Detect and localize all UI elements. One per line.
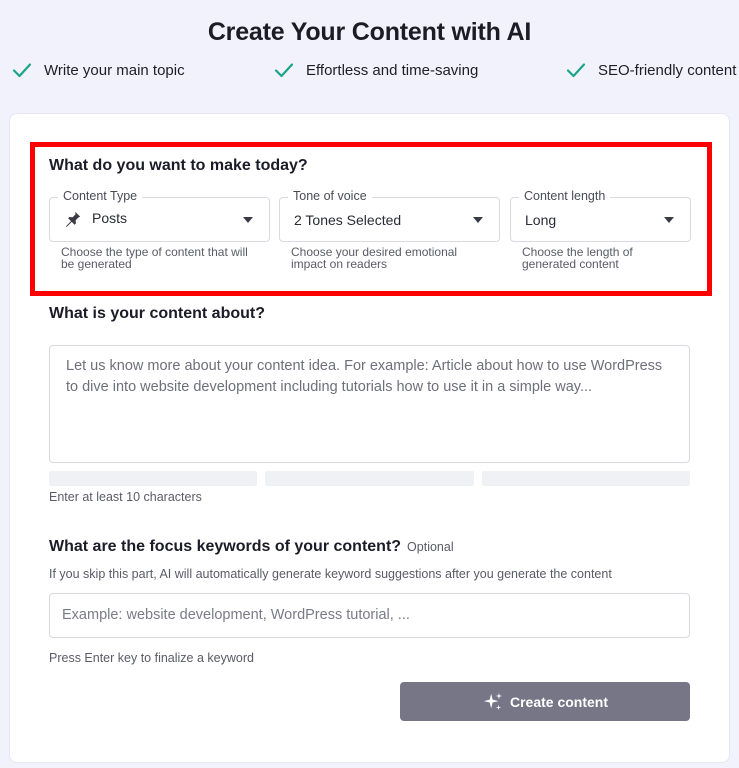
about-title: What is your content about? <box>49 305 265 322</box>
about-hint: Enter at least 10 characters <box>49 490 202 504</box>
content-type-select[interactable]: Content Type Posts <box>49 189 270 242</box>
settings-title: What do you want to make today? <box>49 157 308 174</box>
create-content-label: Create content <box>509 693 609 710</box>
length-value: Long <box>525 212 557 228</box>
strength-bar-segment <box>482 471 690 486</box>
keywords-title-text: What are the focus keywords of your cont… <box>49 538 402 555</box>
strength-bar-segment <box>265 471 474 486</box>
tone-value: 2 Tones Selected <box>294 212 402 228</box>
keywords-hint: Press Enter key to finalize a keyword <box>49 651 254 665</box>
create-content-button[interactable]: Create content <box>400 682 690 721</box>
check-icon <box>566 63 586 78</box>
check-icon <box>12 63 32 78</box>
length-helper: Choose the length of generated content <box>522 245 633 271</box>
strength-bar-segment <box>49 471 257 486</box>
feature-label: Write your main topic <box>44 61 185 79</box>
content-type-helper: Choose the type of content that will be … <box>61 245 248 271</box>
tone-label: Tone of voice <box>288 189 372 203</box>
feature-item: Write your main topic <box>12 60 185 80</box>
content-type-value: Posts <box>92 210 128 226</box>
optional-label: Optional <box>407 540 454 554</box>
feature-label: SEO-friendly content <box>598 61 737 79</box>
chevron-down-icon <box>473 217 483 223</box>
content-type-label: Content Type <box>58 189 143 203</box>
keywords-input[interactable]: Example: website development, WordPress … <box>49 593 690 638</box>
feature-item: SEO-friendly content <box>566 60 736 80</box>
keywords-description: If you skip this part, AI will automatic… <box>49 567 612 581</box>
feature-item: Effortless and time-saving <box>274 60 478 80</box>
sparkle-icon <box>483 692 503 710</box>
length-label: Content length <box>519 189 611 203</box>
page-title: Create Your Content with AI <box>207 18 532 46</box>
chevron-down-icon <box>664 217 674 223</box>
chevron-down-icon <box>243 217 253 223</box>
content-idea-textarea[interactable]: Let us know more about your content idea… <box>49 345 690 463</box>
feature-label: Effortless and time-saving <box>306 61 479 79</box>
feature-list: Write your main topic Effortless and tim… <box>0 60 739 84</box>
tone-select[interactable]: Tone of voice 2 Tones Selected <box>279 189 500 242</box>
check-icon <box>274 63 294 78</box>
keywords-title: What are the focus keywords of your cont… <box>49 538 454 556</box>
pin-icon <box>65 211 81 227</box>
tone-helper: Choose your desired emotional impact on … <box>291 245 458 271</box>
length-select[interactable]: Content length Long <box>510 189 691 242</box>
